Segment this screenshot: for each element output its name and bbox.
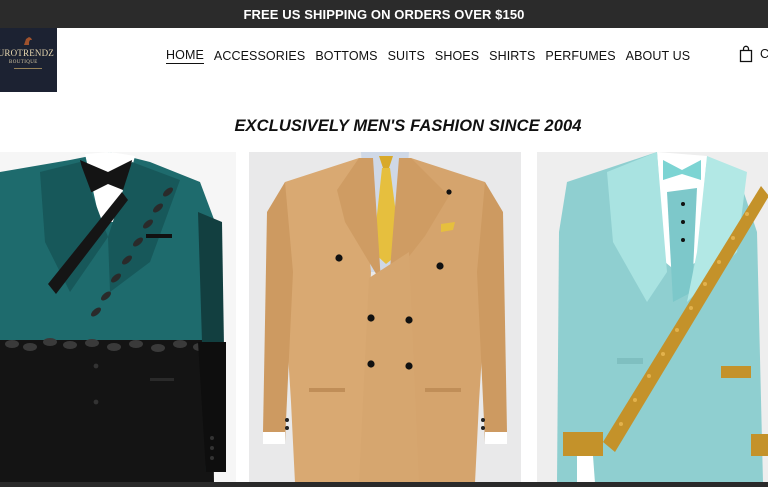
nav-item-shoes[interactable]: SHOES [435, 48, 479, 64]
announcement-text: FREE US SHIPPING ON ORDERS OVER $150 [243, 6, 525, 22]
product-card[interactable] [249, 152, 521, 483]
page-bottom-edge [0, 482, 768, 487]
product-image [249, 152, 521, 483]
store-logo[interactable]: EUROTRENDZ BOUTIQUE [0, 28, 57, 92]
nav-item-perfumes[interactable]: PERFUMES [545, 48, 615, 64]
shopping-bag-icon [739, 45, 753, 63]
product-image [537, 152, 768, 483]
announcement-bar: FREE US SHIPPING ON ORDERS OVER $150 [0, 0, 768, 28]
cart-button[interactable]: CART [739, 45, 768, 63]
cart-label: CART [760, 47, 768, 61]
nav-item-about-us[interactable]: ABOUT US [626, 48, 690, 64]
nav-item-accessories[interactable]: ACCESSORIES [214, 48, 305, 64]
product-card[interactable] [537, 152, 768, 483]
main-nav: HOME ACCESSORIES BOTTOMS SUITS SHOES SHI… [166, 47, 690, 64]
product-card[interactable] [0, 152, 236, 483]
logo-name: EUROTRENDZ [0, 48, 54, 58]
nav-item-home[interactable]: HOME [166, 47, 204, 64]
logo-divider [14, 68, 42, 69]
horse-head-icon [24, 37, 32, 45]
logo-subtitle: BOUTIQUE [9, 60, 38, 65]
product-image [0, 152, 236, 483]
nav-item-suits[interactable]: SUITS [388, 48, 425, 64]
hero-tagline: EXCLUSIVELY MEN'S FASHION SINCE 2004 [234, 117, 582, 135]
site-header: EUROTRENDZ BOUTIQUE HOME ACCESSORIES BOT… [0, 28, 768, 92]
nav-item-shirts[interactable]: SHIRTS [489, 48, 535, 64]
nav-item-bottoms[interactable]: BOTTOMS [315, 48, 377, 64]
